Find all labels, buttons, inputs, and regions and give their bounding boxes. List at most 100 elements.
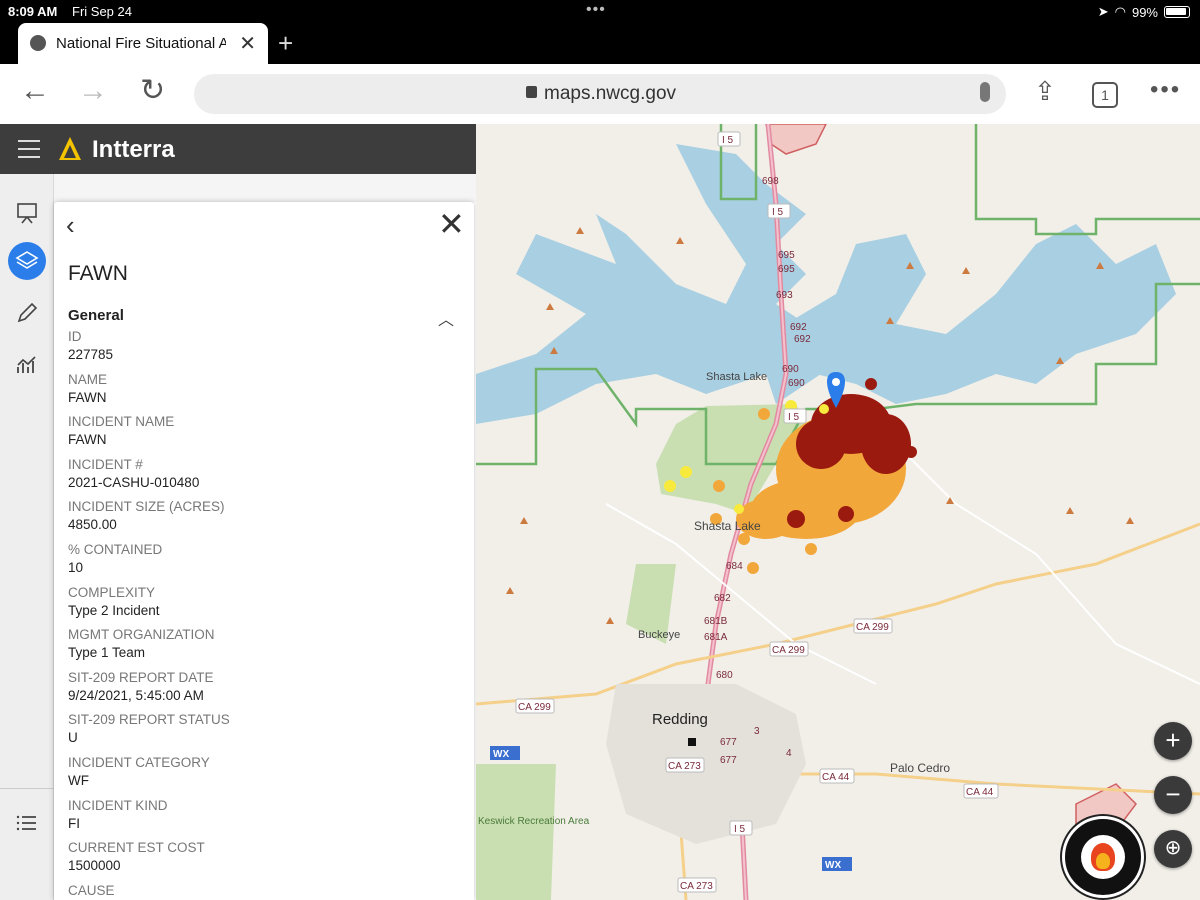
new-tab-button[interactable]: + — [278, 28, 293, 59]
back-icon[interactable]: ← — [20, 76, 50, 106]
weather-label: WX — [493, 749, 509, 760]
road-label: CA 299 — [856, 622, 889, 633]
field-value: 9/24/2021, 5:45:00 AM — [68, 687, 204, 703]
field-incident-size: INCIDENT SIZE (ACRES) 4850.00 — [68, 499, 458, 542]
field-label: INCIDENT SIZE (ACRES) — [68, 499, 225, 515]
rail-divider — [0, 788, 54, 789]
pencil-icon[interactable] — [8, 294, 46, 332]
weather-station-marker[interactable]: WX — [490, 746, 520, 760]
browser-tab[interactable]: National Fire Situational Awareness ✕ — [18, 23, 268, 64]
road-label: I 5 — [772, 207, 784, 218]
field-incident-kind: INCIDENT KIND FI — [68, 798, 458, 841]
list-icon[interactable] — [8, 804, 46, 842]
field-value: WF — [68, 772, 89, 788]
exit-label: 692 — [794, 334, 811, 345]
exit-label: 690 — [788, 378, 805, 389]
road-label: CA 44 — [966, 787, 994, 798]
exit-label: 677 — [720, 737, 737, 748]
analytics-icon[interactable] — [8, 346, 46, 384]
map-view[interactable]: I 5 I 5 I 5 I 5 CA 299 CA 299 CA 299 CA … — [476, 124, 1200, 900]
exit-label: 681B — [704, 616, 728, 627]
intterra-logo-icon — [59, 137, 81, 160]
exit-label: 680 — [716, 670, 733, 681]
field-value: FAWN — [68, 432, 107, 448]
place-label: Palo Cedro — [890, 761, 950, 775]
field-label: CURRENT EST COST — [68, 840, 205, 856]
tab-count-button[interactable]: 1 — [1092, 82, 1118, 108]
presentation-icon[interactable] — [8, 194, 46, 232]
field-label: INCIDENT CATEGORY — [68, 754, 210, 770]
field-value: Type 2 Incident — [68, 602, 160, 618]
location-icon: ➤ — [1097, 4, 1109, 19]
forward-icon[interactable]: → — [78, 76, 108, 106]
field-cause: CAUSE — [68, 883, 458, 900]
urban-area — [606, 684, 806, 844]
lake — [786, 224, 1176, 404]
field-label: CAUSE — [68, 882, 115, 898]
field-label: SIT-209 REPORT DATE — [68, 669, 214, 685]
fire-perimeter — [765, 124, 827, 155]
layers-icon[interactable] — [8, 242, 46, 280]
field-contained: % CONTAINED 10 — [68, 542, 458, 585]
exit-label: 682 — [714, 593, 731, 604]
field-incident-name: INCIDENT NAME FAWN — [68, 414, 458, 457]
nifc-logo-inner — [1081, 835, 1125, 879]
share-icon[interactable]: ⇪ — [1034, 76, 1056, 106]
field-value: 2021-CASHU-010480 — [68, 474, 200, 490]
close-icon[interactable]: ✕ — [438, 208, 465, 240]
chevron-up-icon[interactable]: ︿ — [438, 306, 454, 330]
exit-label: 681A — [704, 632, 728, 643]
facility-marker[interactable] — [688, 738, 696, 746]
field-label: SIT-209 REPORT STATUS — [68, 712, 230, 728]
address-bar[interactable]: maps.nwcg.gov — [194, 74, 1006, 114]
exit-label: 695 — [778, 250, 795, 261]
exit-label: 3 — [754, 726, 760, 737]
field-mgmt-organization: MGMT ORGANIZATION Type 1 Team — [68, 627, 458, 670]
zoom-out-button[interactable]: − — [1154, 776, 1192, 814]
field-name: NAME FAWN — [68, 372, 458, 415]
exit-label: 695 — [778, 264, 795, 275]
place-label: Shasta Lake — [694, 519, 761, 533]
minor-road — [895, 443, 1200, 685]
exit-label: 698 — [762, 176, 779, 187]
exit-label: 4 — [786, 748, 792, 759]
incident-details-panel: ‹ ✕ FAWN General ︿ ID 227785 NAME FAWN INC… — [54, 202, 474, 900]
road-label: CA 299 — [772, 645, 805, 656]
lock-icon — [526, 86, 537, 98]
road-label: CA 273 — [680, 881, 713, 892]
microphone-icon[interactable] — [980, 82, 990, 102]
exit-label: 684 — [726, 561, 743, 572]
multitask-dots-icon[interactable]: ••• — [586, 1, 606, 19]
field-label: % CONTAINED — [68, 541, 163, 557]
reload-icon[interactable]: ↻ — [140, 76, 165, 106]
zoom-in-button[interactable]: + — [1154, 722, 1192, 760]
field-complexity: COMPLEXITY Type 2 Incident — [68, 585, 458, 628]
wifi-icon: ◠ — [1114, 4, 1126, 19]
flame-inner-icon — [1096, 853, 1110, 869]
road-label: I 5 — [722, 135, 734, 146]
locate-me-icon[interactable]: ⊕ — [1154, 830, 1192, 868]
field-value: 227785 — [68, 347, 114, 362]
field-label: NAME — [68, 371, 108, 387]
field-list: ID 227785 NAME FAWN INCIDENT NAME FAWN INCI… — [68, 329, 458, 900]
back-chevron-icon[interactable]: ‹ — [66, 210, 75, 241]
menu-icon[interactable] — [18, 140, 40, 158]
tab-title: National Fire Situational Awareness — [56, 35, 226, 52]
more-icon[interactable]: ••• — [1150, 76, 1181, 104]
field-label: INCIDENT NAME — [68, 414, 175, 430]
place-label: Keswick Recreation Area — [478, 816, 590, 827]
field-incident-number: INCIDENT # 2021-CASHU-010480 — [68, 457, 458, 500]
field-label: ID — [68, 329, 82, 344]
field-label: INCIDENT # — [68, 456, 143, 472]
field-id: ID 227785 — [68, 329, 458, 372]
close-tab-icon[interactable]: ✕ — [239, 31, 256, 56]
field-value: Type 1 Team — [68, 645, 146, 661]
weather-station-marker[interactable]: WX — [822, 857, 852, 871]
map-canvas[interactable]: I 5 I 5 I 5 I 5 CA 299 CA 299 CA 299 CA … — [476, 124, 1200, 900]
url-text: maps.nwcg.gov — [544, 83, 677, 104]
exit-label: 690 — [782, 364, 799, 375]
field-label: COMPLEXITY — [68, 584, 156, 600]
section-general-header[interactable]: General — [68, 307, 124, 324]
forest-area — [476, 764, 556, 900]
field-report-date: SIT-209 REPORT DATE 9/24/2021, 5:45:00 AM — [68, 670, 458, 713]
